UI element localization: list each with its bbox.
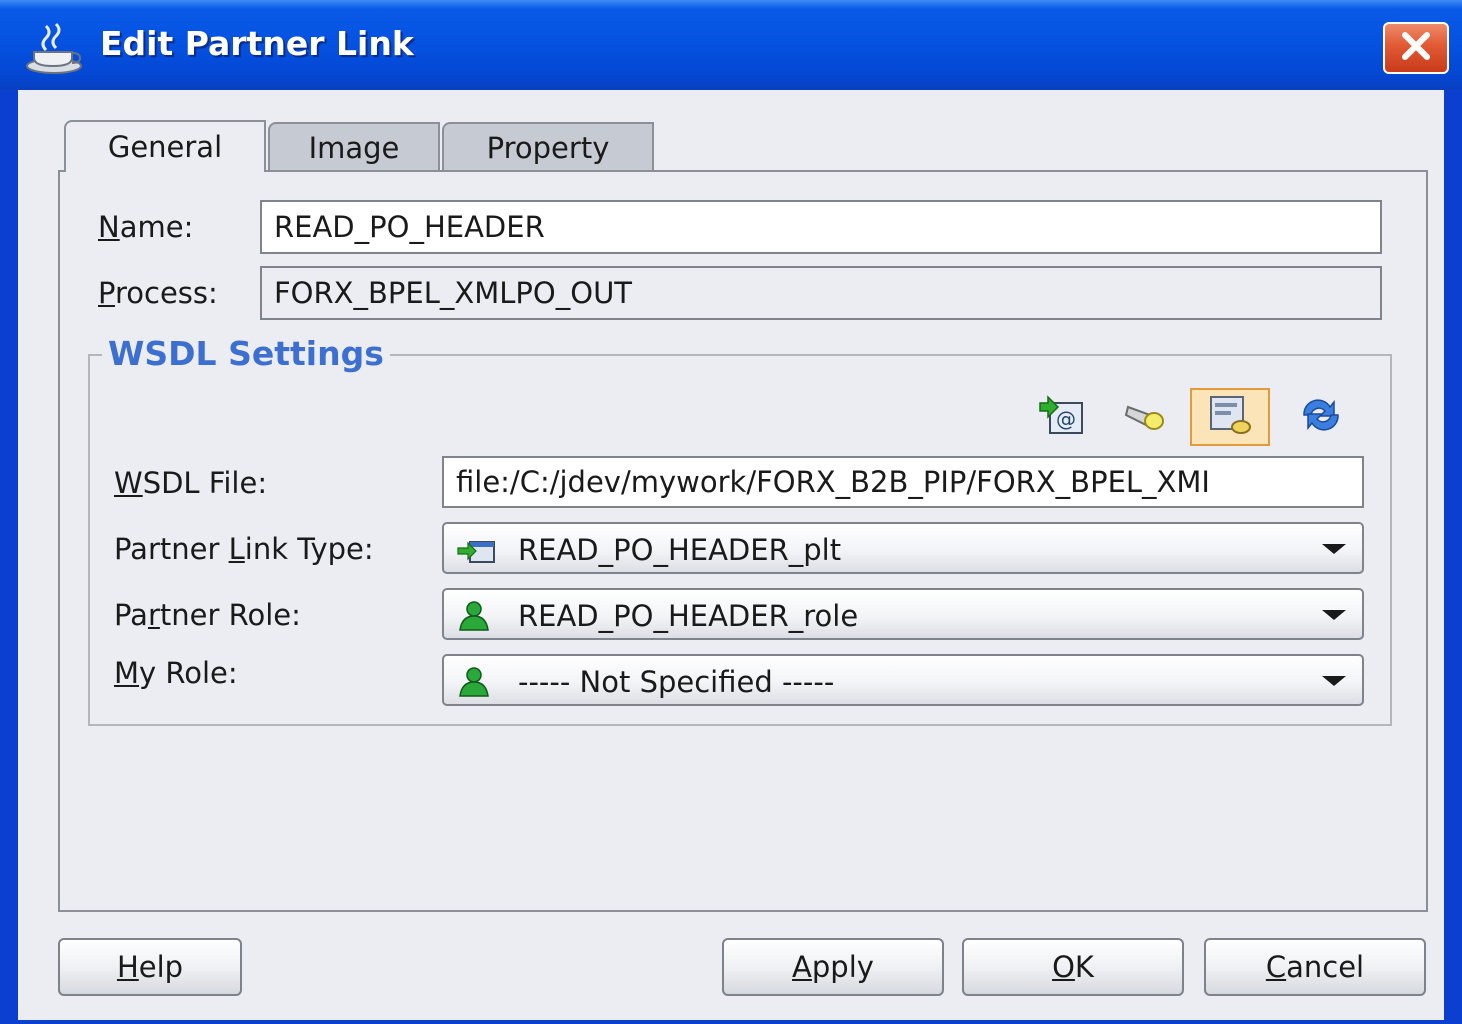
dialog-window: Edit Partner Link General Image Property… xyxy=(0,0,1462,1024)
wsdl-settings-title: WSDL Settings xyxy=(102,334,390,373)
ok-button-label: OK xyxy=(1052,950,1094,984)
refresh-button[interactable] xyxy=(1294,390,1348,444)
tab-property[interactable]: Property xyxy=(442,122,654,172)
tab-image[interactable]: Image xyxy=(268,122,440,172)
close-icon xyxy=(1399,29,1433,67)
partner-link-type-value: READ_PO_HEADER_plt xyxy=(518,533,842,567)
title-bar[interactable]: Edit Partner Link xyxy=(0,0,1462,90)
help-button[interactable]: Help xyxy=(58,938,242,996)
name-input-value: READ_PO_HEADER xyxy=(274,210,545,244)
my-role-label: My Role: xyxy=(114,656,238,690)
name-input[interactable]: READ_PO_HEADER xyxy=(260,200,1382,254)
role-user-icon xyxy=(456,600,492,631)
tab-general-label: General xyxy=(107,130,223,164)
apply-button[interactable]: Apply xyxy=(722,938,944,996)
ok-button[interactable]: OK xyxy=(962,938,1184,996)
partner-link-type-label: Partner Link Type: xyxy=(114,532,374,566)
role-user-icon xyxy=(456,666,492,697)
browse-button[interactable] xyxy=(1120,390,1174,444)
tab-image-label: Image xyxy=(308,131,400,165)
my-role-select[interactable]: ----- Not Specified ----- xyxy=(442,654,1364,706)
window-title: Edit Partner Link xyxy=(100,24,414,63)
dialog-client-area: General Image Property Name: READ_PO_HEA… xyxy=(18,90,1444,1020)
process-label: Process: xyxy=(98,276,218,310)
service-explorer-button[interactable] xyxy=(1190,388,1270,446)
service-explorer-icon xyxy=(1205,393,1255,441)
tab-property-label: Property xyxy=(486,131,610,165)
cancel-button[interactable]: Cancel xyxy=(1204,938,1426,996)
partner-role-label: Partner Role: xyxy=(114,598,301,632)
wsdl-file-input-value: file:/C:/jdev/mywork/FORX_B2B_PIP/FORX_B… xyxy=(456,465,1210,499)
partner-link-type-icon xyxy=(456,534,495,564)
add-wsdl-button[interactable]: @ xyxy=(1034,390,1088,444)
cancel-button-label: Cancel xyxy=(1265,950,1365,984)
partner-role-value: READ_PO_HEADER_role xyxy=(518,599,859,633)
tab-general[interactable]: General xyxy=(64,120,266,172)
wsdl-file-label: WSDL File: xyxy=(114,466,268,500)
help-button-label: Help xyxy=(116,950,184,984)
close-button[interactable] xyxy=(1383,22,1449,74)
flashlight-browse-icon xyxy=(1122,393,1172,441)
process-field-value: FORX_BPEL_XMLPO_OUT xyxy=(274,276,633,310)
partner-link-type-select[interactable]: READ_PO_HEADER_plt xyxy=(442,522,1364,574)
chevron-down-icon xyxy=(1322,610,1346,620)
svg-text:@: @ xyxy=(1056,407,1076,431)
apply-button-label: Apply xyxy=(792,950,874,984)
chevron-down-icon xyxy=(1322,544,1346,554)
add-wsdl-icon: @ xyxy=(1036,393,1086,441)
refresh-icon xyxy=(1296,393,1346,441)
coffee-cup-icon xyxy=(24,22,84,76)
chevron-down-icon xyxy=(1322,676,1346,686)
my-role-value: ----- Not Specified ----- xyxy=(518,665,835,699)
partner-role-select[interactable]: READ_PO_HEADER_role xyxy=(442,588,1364,640)
wsdl-file-input[interactable]: file:/C:/jdev/mywork/FORX_B2B_PIP/FORX_B… xyxy=(442,456,1364,508)
name-label: Name: xyxy=(98,210,194,244)
process-field: FORX_BPEL_XMLPO_OUT xyxy=(260,266,1382,320)
